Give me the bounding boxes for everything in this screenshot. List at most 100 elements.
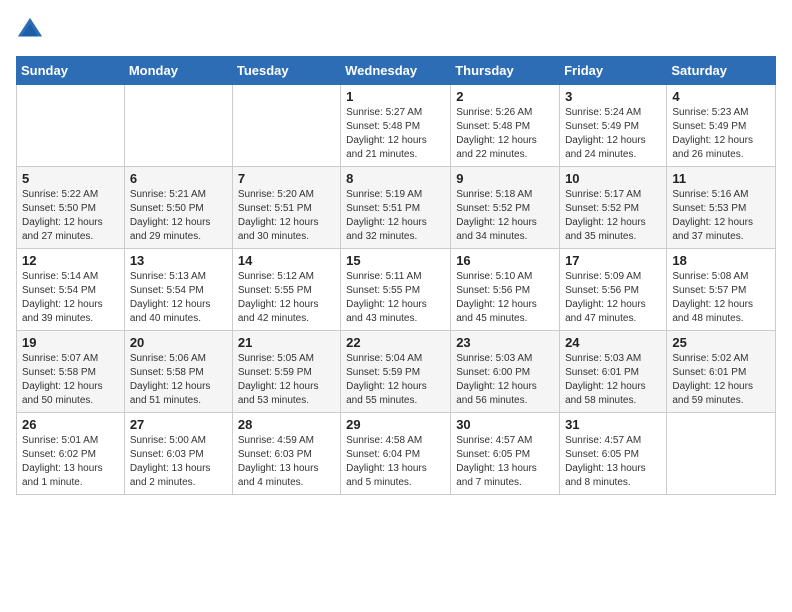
calendar-week-row: 1 Sunrise: 5:27 AM Sunset: 5:48 PM Daylig… — [17, 85, 776, 167]
day-info: Sunrise: 5:04 AM Sunset: 5:59 PM Dayligh… — [346, 352, 445, 408]
weekday-header-thursday: Thursday — [451, 57, 560, 85]
day-number: 1 — [346, 89, 445, 104]
day-number: 8 — [346, 171, 445, 186]
weekday-header-saturday: Saturday — [667, 57, 776, 85]
day-number: 23 — [456, 335, 554, 350]
day-info: Sunrise: 5:20 AM Sunset: 5:51 PM Dayligh… — [238, 188, 335, 244]
calendar-cell: 11Sunrise: 5:16 AM Sunset: 5:53 PM Dayli… — [667, 167, 776, 249]
day-info: Sunrise: 5:27 AM Sunset: 5:48 PM Dayligh… — [346, 106, 445, 162]
calendar-cell: 3 Sunrise: 5:24 AM Sunset: 5:49 PM Daylig… — [560, 85, 667, 167]
day-number: 5 — [22, 171, 119, 186]
calendar-cell: 14Sunrise: 5:12 AM Sunset: 5:55 PM Dayli… — [232, 249, 340, 331]
logo-icon — [16, 16, 44, 44]
calendar-week-row: 5 Sunrise: 5:22 AM Sunset: 5:50 PM Daylig… — [17, 167, 776, 249]
calendar-cell — [17, 85, 125, 167]
day-number: 26 — [22, 417, 119, 432]
day-number: 17 — [565, 253, 661, 268]
day-number: 14 — [238, 253, 335, 268]
calendar-cell: 23 Sunrise: 5:03 AM Sunset: 6:00 PM Dayli… — [451, 331, 560, 413]
day-info: Sunrise: 5:22 AM Sunset: 5:50 PM Dayligh… — [22, 188, 119, 244]
day-info: Sunrise: 5:23 AM Sunset: 5:49 PM Dayligh… — [672, 106, 770, 162]
day-number: 30 — [456, 417, 554, 432]
calendar-cell: 31 Sunrise: 4:57 AM Sunset: 6:05 PM Dayli… — [560, 413, 667, 495]
calendar-week-row: 19 Sunrise: 5:07 AM Sunset: 5:58 PM Dayli… — [17, 331, 776, 413]
day-info: Sunrise: 5:03 AM Sunset: 6:00 PM Dayligh… — [456, 352, 554, 408]
calendar-cell: 4 Sunrise: 5:23 AM Sunset: 5:49 PM Daylig… — [667, 85, 776, 167]
day-number: 25 — [672, 335, 770, 350]
day-info: Sunrise: 4:57 AM Sunset: 6:05 PM Dayligh… — [565, 434, 661, 490]
weekday-header-sunday: Sunday — [17, 57, 125, 85]
day-info: Sunrise: 5:09 AM Sunset: 5:56 PM Dayligh… — [565, 270, 661, 326]
day-number: 3 — [565, 89, 661, 104]
day-info: Sunrise: 5:13 AM Sunset: 5:54 PM Dayligh… — [130, 270, 227, 326]
calendar-cell: 20 Sunrise: 5:06 AM Sunset: 5:58 PM Dayli… — [124, 331, 232, 413]
calendar-cell: 15 Sunrise: 5:11 AM Sunset: 5:55 PM Dayli… — [341, 249, 451, 331]
day-number: 18 — [672, 253, 770, 268]
calendar-cell: 12 Sunrise: 5:14 AM Sunset: 5:54 PM Dayli… — [17, 249, 125, 331]
weekday-header-wednesday: Wednesday — [341, 57, 451, 85]
day-number: 15 — [346, 253, 445, 268]
day-number: 27 — [130, 417, 227, 432]
day-number: 10 — [565, 171, 661, 186]
calendar-cell: 16Sunrise: 5:10 AM Sunset: 5:56 PM Dayli… — [451, 249, 560, 331]
calendar-cell: 17 Sunrise: 5:09 AM Sunset: 5:56 PM Dayli… — [560, 249, 667, 331]
calendar-cell: 18 Sunrise: 5:08 AM Sunset: 5:57 PM Dayli… — [667, 249, 776, 331]
page-header — [16, 16, 776, 44]
calendar-cell: 2 Sunrise: 5:26 AM Sunset: 5:48 PM Daylig… — [451, 85, 560, 167]
day-number: 9 — [456, 171, 554, 186]
calendar-cell: 25 Sunrise: 5:02 AM Sunset: 6:01 PM Dayli… — [667, 331, 776, 413]
calendar-cell — [667, 413, 776, 495]
weekday-header-tuesday: Tuesday — [232, 57, 340, 85]
day-number: 24 — [565, 335, 661, 350]
day-info: Sunrise: 4:59 AM Sunset: 6:03 PM Dayligh… — [238, 434, 335, 490]
day-number: 19 — [22, 335, 119, 350]
day-info: Sunrise: 5:08 AM Sunset: 5:57 PM Dayligh… — [672, 270, 770, 326]
calendar-cell: 28 Sunrise: 4:59 AM Sunset: 6:03 PM Dayli… — [232, 413, 340, 495]
day-number: 4 — [672, 89, 770, 104]
day-number: 21 — [238, 335, 335, 350]
day-info: Sunrise: 5:21 AM Sunset: 5:50 PM Dayligh… — [130, 188, 227, 244]
calendar-cell: 13 Sunrise: 5:13 AM Sunset: 5:54 PM Dayli… — [124, 249, 232, 331]
day-info: Sunrise: 5:11 AM Sunset: 5:55 PM Dayligh… — [346, 270, 445, 326]
day-info: Sunrise: 5:05 AM Sunset: 5:59 PM Dayligh… — [238, 352, 335, 408]
day-info: Sunrise: 5:26 AM Sunset: 5:48 PM Dayligh… — [456, 106, 554, 162]
weekday-header-friday: Friday — [560, 57, 667, 85]
calendar-cell: 22 Sunrise: 5:04 AM Sunset: 5:59 PM Dayli… — [341, 331, 451, 413]
calendar-cell: 24 Sunrise: 5:03 AM Sunset: 6:01 PM Dayli… — [560, 331, 667, 413]
calendar-cell: 9 Sunrise: 5:18 AM Sunset: 5:52 PM Daylig… — [451, 167, 560, 249]
day-number: 31 — [565, 417, 661, 432]
day-info: Sunrise: 5:16 AM Sunset: 5:53 PM Dayligh… — [672, 188, 770, 244]
day-number: 16 — [456, 253, 554, 268]
day-number: 20 — [130, 335, 227, 350]
day-info: Sunrise: 5:03 AM Sunset: 6:01 PM Dayligh… — [565, 352, 661, 408]
day-number: 6 — [130, 171, 227, 186]
day-number: 29 — [346, 417, 445, 432]
calendar-cell: 27Sunrise: 5:00 AM Sunset: 6:03 PM Dayli… — [124, 413, 232, 495]
day-info: Sunrise: 4:58 AM Sunset: 6:04 PM Dayligh… — [346, 434, 445, 490]
day-info: Sunrise: 5:07 AM Sunset: 5:58 PM Dayligh… — [22, 352, 119, 408]
day-number: 7 — [238, 171, 335, 186]
day-number: 12 — [22, 253, 119, 268]
day-info: Sunrise: 5:02 AM Sunset: 6:01 PM Dayligh… — [672, 352, 770, 408]
day-info: Sunrise: 5:14 AM Sunset: 5:54 PM Dayligh… — [22, 270, 119, 326]
day-info: Sunrise: 5:19 AM Sunset: 5:51 PM Dayligh… — [346, 188, 445, 244]
day-info: Sunrise: 5:06 AM Sunset: 5:58 PM Dayligh… — [130, 352, 227, 408]
calendar-cell: 1 Sunrise: 5:27 AM Sunset: 5:48 PM Daylig… — [341, 85, 451, 167]
calendar-cell: 26 Sunrise: 5:01 AM Sunset: 6:02 PM Dayli… — [17, 413, 125, 495]
day-number: 28 — [238, 417, 335, 432]
logo — [16, 16, 48, 44]
calendar-cell: 8 Sunrise: 5:19 AM Sunset: 5:51 PM Daylig… — [341, 167, 451, 249]
day-number: 13 — [130, 253, 227, 268]
calendar-cell: 30 Sunrise: 4:57 AM Sunset: 6:05 PM Dayli… — [451, 413, 560, 495]
day-info: Sunrise: 5:24 AM Sunset: 5:49 PM Dayligh… — [565, 106, 661, 162]
calendar-cell: 5 Sunrise: 5:22 AM Sunset: 5:50 PM Daylig… — [17, 167, 125, 249]
day-info: Sunrise: 4:57 AM Sunset: 6:05 PM Dayligh… — [456, 434, 554, 490]
day-info: Sunrise: 5:01 AM Sunset: 6:02 PM Dayligh… — [22, 434, 119, 490]
day-info: Sunrise: 5:17 AM Sunset: 5:52 PM Dayligh… — [565, 188, 661, 244]
weekday-header-row: SundayMondayTuesdayWednesdayThursdayFrid… — [17, 57, 776, 85]
calendar-table: SundayMondayTuesdayWednesdayThursdayFrid… — [16, 56, 776, 495]
day-info: Sunrise: 5:18 AM Sunset: 5:52 PM Dayligh… — [456, 188, 554, 244]
day-number: 22 — [346, 335, 445, 350]
day-number: 2 — [456, 89, 554, 104]
calendar-cell: 29 Sunrise: 4:58 AM Sunset: 6:04 PM Dayli… — [341, 413, 451, 495]
